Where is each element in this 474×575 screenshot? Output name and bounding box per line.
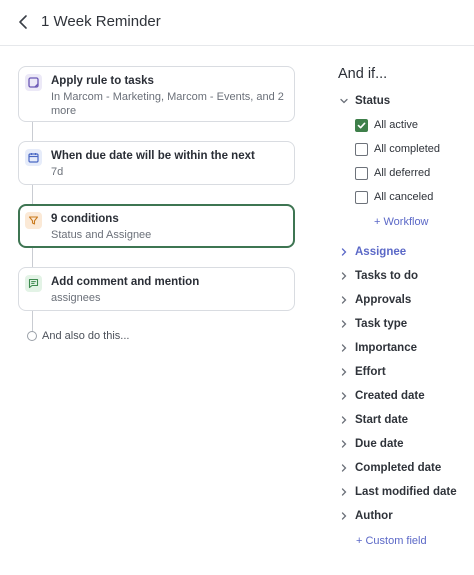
status-option-all-deferred[interactable]: All deferred (355, 165, 430, 181)
step-subtitle: In Marcom - Marketing, Marcom - Events, … (51, 91, 284, 117)
option-label: All completed (374, 143, 441, 155)
step-conditions[interactable]: 9 conditions Status and Assignee (18, 204, 295, 248)
chevron-right-icon (338, 510, 350, 522)
condition-completed-date[interactable]: Completed date (338, 459, 441, 477)
condition-label: Author (355, 510, 393, 522)
option-label: All active (374, 119, 419, 131)
page-title: 1 Week Reminder (41, 13, 161, 30)
condition-effort[interactable]: Effort (338, 363, 386, 381)
checkbox-icon[interactable] (355, 190, 368, 204)
chevron-right-icon (338, 246, 350, 258)
condition-tasks-to-do[interactable]: Tasks to do (338, 267, 418, 285)
condition-last-modified-date[interactable]: Last modified date (338, 483, 457, 501)
step-title: Apply rule to tasks (51, 75, 154, 87)
condition-label: Assignee (355, 246, 407, 258)
comment-icon (25, 275, 42, 292)
chevron-right-icon (338, 294, 350, 306)
condition-label: Start date (355, 414, 409, 426)
chevron-right-icon (338, 486, 350, 498)
chevron-down-icon (338, 95, 350, 107)
step-apply-rule[interactable]: Apply rule to tasks In Marcom - Marketin… (18, 66, 295, 122)
condition-approvals[interactable]: Approvals (338, 291, 411, 309)
step-title: When due date will be within the next (51, 150, 255, 162)
step-title: 9 conditions (51, 213, 119, 225)
step-subtitle: assignees (51, 292, 101, 304)
step-trigger[interactable]: When due date will be within the next 7d (18, 141, 295, 185)
chevron-right-icon (338, 414, 350, 426)
step-action[interactable]: Add comment and mention assignees (18, 267, 295, 311)
chevron-right-icon (338, 366, 350, 378)
condition-label: Status (355, 95, 391, 107)
condition-label: Last modified date (355, 486, 457, 498)
status-option-all-active[interactable]: All active (355, 117, 418, 133)
condition-due-date[interactable]: Due date (338, 435, 404, 453)
status-option-all-canceled[interactable]: All canceled (355, 189, 433, 205)
chevron-right-icon (338, 318, 350, 330)
add-workflow-link[interactable]: + Workflow (374, 216, 429, 228)
step-subtitle: 7d (51, 166, 64, 178)
tasks-icon (25, 74, 42, 91)
conditions-heading: And if... (338, 66, 388, 82)
condition-label: Effort (355, 366, 386, 378)
chevron-right-icon (338, 438, 350, 450)
checkbox-checked-icon[interactable] (355, 118, 368, 132)
timeline-dot-icon (27, 331, 37, 341)
condition-label: Due date (355, 438, 404, 450)
condition-author[interactable]: Author (338, 507, 393, 525)
condition-label: Approvals (355, 294, 412, 306)
condition-label: Created date (355, 390, 425, 402)
add-custom-field-link[interactable]: + Custom field (356, 535, 427, 547)
condition-label: Importance (355, 342, 417, 354)
header: 1 Week Reminder (0, 0, 474, 46)
checkbox-icon[interactable] (355, 142, 368, 156)
add-action-link[interactable]: And also do this... (27, 330, 129, 342)
filter-icon (25, 212, 42, 229)
condition-label: Task type (355, 318, 408, 330)
checkbox-icon[interactable] (355, 166, 368, 180)
step-subtitle: Status and Assignee (51, 229, 152, 241)
condition-created-date[interactable]: Created date (338, 387, 425, 405)
chevron-right-icon (338, 462, 350, 474)
chevron-right-icon (338, 390, 350, 402)
condition-importance[interactable]: Importance (338, 339, 417, 357)
status-option-all-completed[interactable]: All completed (355, 141, 440, 157)
chevron-right-icon (338, 342, 350, 354)
back-button[interactable] (14, 12, 34, 32)
add-action-label: And also do this... (42, 330, 130, 342)
calendar-icon (25, 149, 42, 166)
chevron-right-icon (338, 270, 350, 282)
option-label: All deferred (374, 167, 431, 179)
step-title: Add comment and mention (51, 276, 200, 288)
option-label: All canceled (374, 191, 434, 203)
condition-status[interactable]: Status (338, 92, 390, 110)
condition-label: Completed date (355, 462, 442, 474)
chevron-left-icon (19, 15, 27, 29)
condition-start-date[interactable]: Start date (338, 411, 408, 429)
condition-assignee[interactable]: Assignee (338, 243, 406, 261)
condition-task-type[interactable]: Task type (338, 315, 407, 333)
condition-label: Tasks to do (355, 270, 419, 282)
